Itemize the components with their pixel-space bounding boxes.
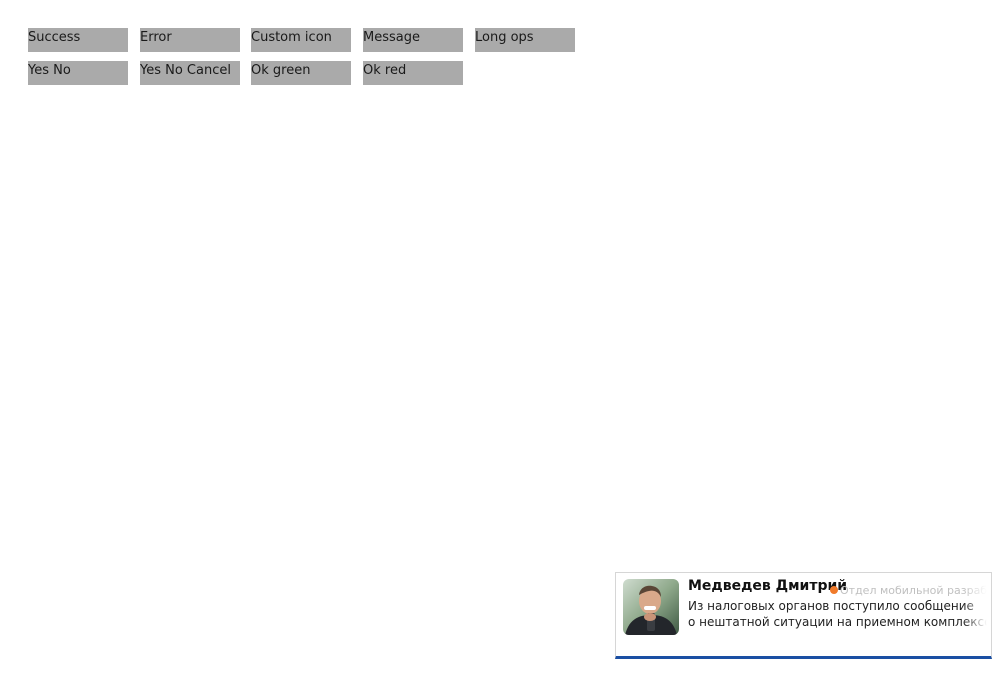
- status-dot-icon: [830, 585, 838, 594]
- yes-no-cancel-button[interactable]: Yes No Cancel: [140, 61, 240, 85]
- notification-toast[interactable]: Медведев Дмитрий Отдел мобильной разрабо…: [615, 572, 992, 659]
- custom-icon-button[interactable]: Custom icon: [251, 28, 351, 52]
- long-ops-button[interactable]: Long ops: [475, 28, 575, 52]
- message-line: о нештатной ситуации на приемном комплек…: [688, 615, 991, 629]
- sender-name: Медведев Дмитрий: [688, 578, 848, 594]
- ok-green-button[interactable]: Ok green: [251, 61, 351, 85]
- message-line: Из налоговых органов поступило сообщение: [688, 599, 974, 613]
- yes-no-button[interactable]: Yes No: [28, 61, 128, 85]
- message-button[interactable]: Message: [363, 28, 463, 52]
- ok-red-button[interactable]: Ok red: [363, 61, 463, 85]
- success-button[interactable]: Success: [28, 28, 128, 52]
- department-text: Отдел мобильной разработки: [840, 584, 991, 596]
- avatar: [623, 579, 679, 635]
- error-button[interactable]: Error: [140, 28, 240, 52]
- notification-message: Из налоговых органов поступило сообщение…: [688, 598, 991, 630]
- department-label: Отдел мобильной разработки: [830, 580, 991, 596]
- user-avatar-icon: [623, 579, 679, 635]
